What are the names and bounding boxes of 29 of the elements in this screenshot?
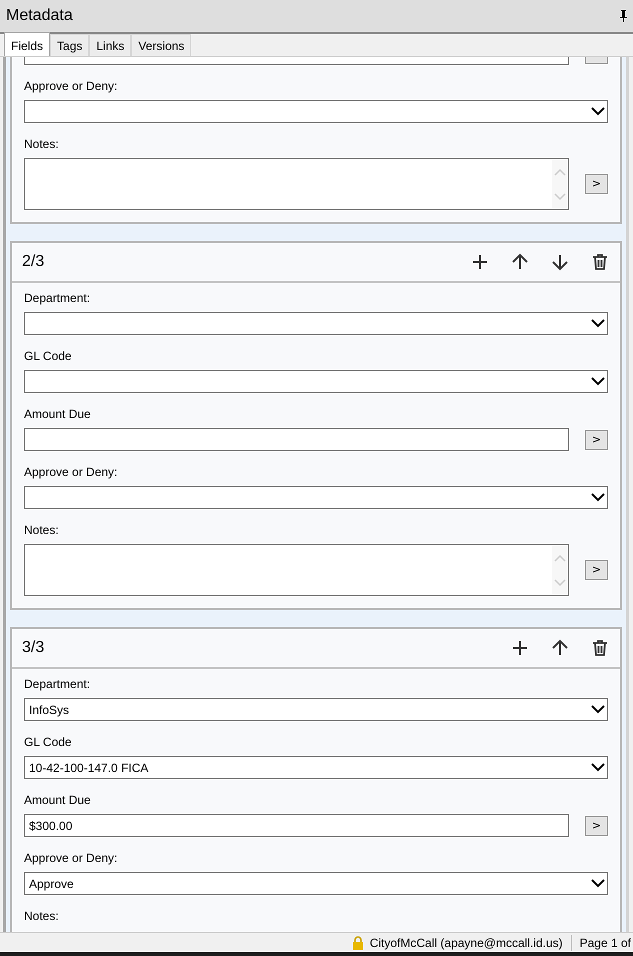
section-title: 3/3: [22, 638, 44, 658]
field-label: Department:: [24, 290, 92, 307]
expand-button[interactable]: >: [585, 430, 608, 450]
dropdown-field[interactable]: 10-42-100-147.0 FICA: [24, 756, 608, 779]
field-label: Notes:: [24, 136, 60, 153]
field-label: GL Code: [24, 734, 73, 751]
field-label: Department:: [24, 676, 92, 693]
tab[interactable]: Fields: [4, 32, 50, 56]
section-title: 2/3: [22, 252, 44, 272]
field-label: Amount Due: [24, 792, 92, 809]
input-field[interactable]: $300.00: [24, 814, 569, 837]
dropdown-field[interactable]: InfoSys: [24, 698, 608, 721]
field-label: GL Code: [24, 348, 73, 365]
field-label: Notes:: [24, 522, 60, 539]
user-label: CityofMcCall (apayne@mccall.id.us): [370, 934, 563, 952]
panel-title: Metadata: [6, 6, 73, 26]
field-label: Approve or Deny:: [24, 850, 118, 867]
tab[interactable]: Tags: [50, 34, 90, 56]
expand-button[interactable]: >: [585, 174, 608, 194]
field-label: Approve or Deny:: [24, 464, 118, 481]
page-indicator: Page 1 of: [580, 934, 631, 952]
field-label: Approve or Deny:: [24, 78, 118, 95]
field-label: Notes:: [24, 908, 60, 925]
tab[interactable]: Links: [89, 34, 132, 56]
tab[interactable]: Versions: [131, 34, 192, 56]
field-label: Amount Due: [24, 406, 92, 423]
expand-button[interactable]: >: [585, 816, 608, 836]
expand-button[interactable]: >: [585, 560, 608, 580]
dropdown-field[interactable]: Approve: [24, 872, 608, 895]
